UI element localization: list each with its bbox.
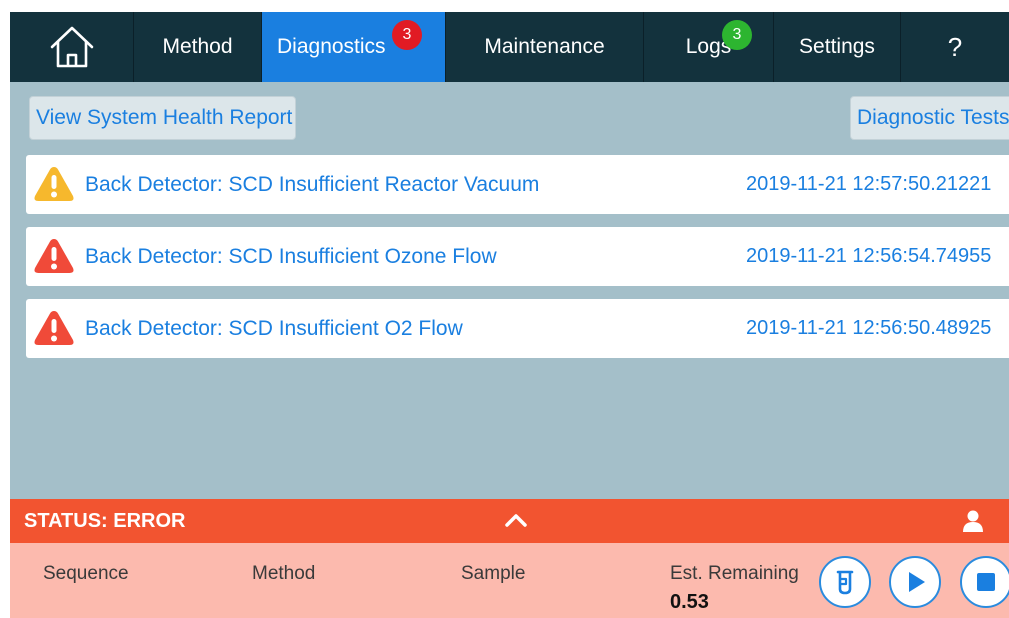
- tab-maintenance[interactable]: Maintenance: [446, 12, 644, 82]
- warning-icon: [34, 167, 74, 201]
- tab-diagnostics-label: Diagnostics: [277, 35, 386, 58]
- tab-diagnostics[interactable]: Diagnostics 3: [262, 12, 446, 82]
- status-bar: STATUS: ERROR: [10, 499, 1009, 543]
- sample-vial-button[interactable]: [819, 556, 871, 608]
- vial-icon: [836, 570, 854, 595]
- alert-row[interactable]: Back Detector: SCD Insufficient Ozone Fl…: [26, 227, 1009, 286]
- alert-timestamp: 2019-11-21 12:57:50.21221: [746, 173, 992, 195]
- tab-settings-label: Settings: [799, 35, 875, 58]
- alert-message: Back Detector: SCD Insufficient Ozone Fl…: [85, 244, 497, 268]
- help-icon: ?: [947, 31, 963, 62]
- sequence-label: Sequence: [43, 563, 129, 584]
- est-remaining-value: 0.53: [670, 591, 709, 613]
- tab-settings[interactable]: Settings: [774, 12, 901, 82]
- view-health-report-button[interactable]: View System Health Report: [29, 96, 296, 140]
- home-icon: [50, 26, 93, 68]
- run-info-panel: Sequence Method Sample Est. Remaining 0.…: [10, 543, 1009, 618]
- stop-icon: [977, 573, 995, 591]
- view-health-report-label: View System Health Report: [36, 106, 293, 129]
- alert-message: Back Detector: SCD Insufficient Reactor …: [85, 172, 540, 196]
- tab-method-label: Method: [162, 35, 233, 58]
- stop-button[interactable]: [960, 556, 1009, 608]
- play-button[interactable]: [889, 556, 941, 608]
- help-button[interactable]: ?: [901, 12, 1009, 82]
- error-icon: [34, 239, 74, 273]
- diagnostic-tests-label: Diagnostic Tests: [857, 106, 1009, 129]
- tab-maintenance-label: Maintenance: [484, 35, 605, 58]
- user-icon[interactable]: [962, 509, 984, 533]
- error-icon: [34, 311, 74, 345]
- status-text: STATUS: ERROR: [24, 510, 186, 532]
- alert-message: Back Detector: SCD Insufficient O2 Flow: [85, 316, 463, 340]
- method-label: Method: [252, 563, 316, 584]
- diagnostics-count-badge: 3: [392, 20, 422, 50]
- alert-row[interactable]: Back Detector: SCD Insufficient O2 Flow …: [26, 299, 1009, 358]
- diagnostic-tests-button[interactable]: Diagnostic Tests: [850, 96, 1009, 140]
- logs-count-badge: 3: [722, 20, 752, 50]
- alert-row[interactable]: Back Detector: SCD Insufficient Reactor …: [26, 155, 1009, 214]
- tab-method[interactable]: Method: [134, 12, 262, 82]
- sample-label: Sample: [461, 563, 526, 584]
- app-window: Method Diagnostics 3 Maintenance Logs 3 …: [10, 12, 1009, 618]
- chevron-up-icon[interactable]: [503, 509, 529, 531]
- alert-timestamp: 2019-11-21 12:56:54.74955: [746, 245, 992, 267]
- top-nav: Method Diagnostics 3 Maintenance Logs 3 …: [10, 12, 1009, 82]
- play-icon: [909, 572, 925, 592]
- tab-logs[interactable]: Logs 3: [644, 12, 774, 82]
- home-button[interactable]: [10, 12, 134, 82]
- alert-timestamp: 2019-11-21 12:56:50.48925: [746, 317, 992, 339]
- est-remaining-label: Est. Remaining: [670, 563, 799, 584]
